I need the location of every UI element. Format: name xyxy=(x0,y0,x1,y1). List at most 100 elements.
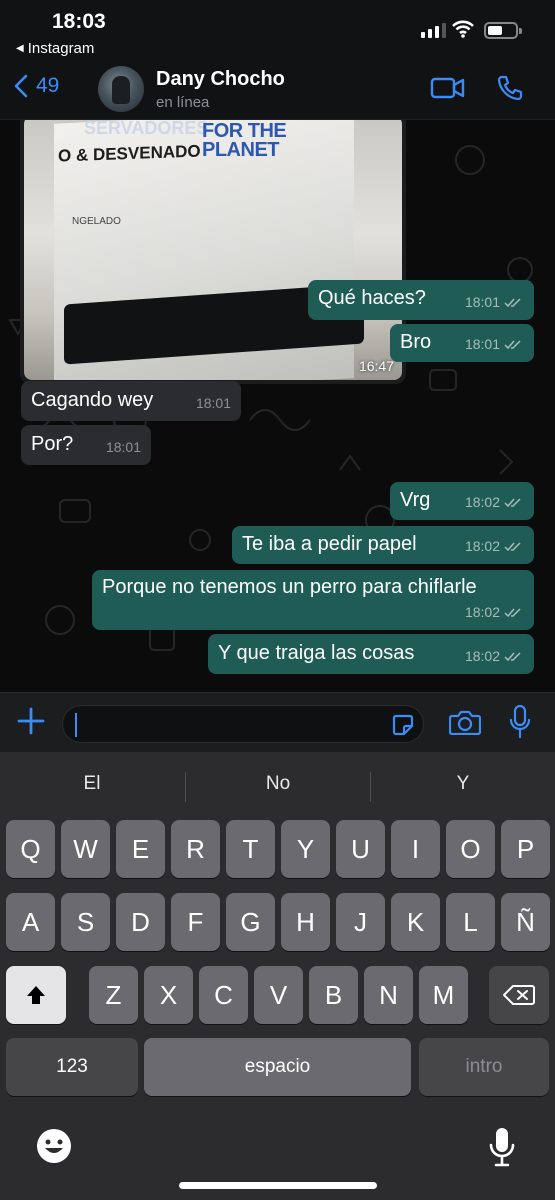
sticker-icon[interactable] xyxy=(391,713,415,737)
avatar[interactable] xyxy=(98,66,144,112)
shift-icon xyxy=(27,986,45,1004)
suggestion-item[interactable]: Y xyxy=(371,764,555,804)
double-check-icon xyxy=(504,651,521,661)
back-chevron-icon xyxy=(14,74,28,98)
key-o[interactable]: O xyxy=(446,820,495,878)
photo-message[interactable]: SERVADORES FOR THE PLANET O & DESVENADO … xyxy=(20,120,406,384)
signal-icon xyxy=(421,22,446,38)
battery-icon xyxy=(484,22,522,39)
double-check-icon xyxy=(504,297,521,307)
numbers-key[interactable]: 123 xyxy=(6,1038,138,1096)
double-check-icon xyxy=(504,541,521,551)
unread-count: 49 xyxy=(36,74,60,97)
message-time: 18:02 xyxy=(464,538,500,554)
video-call-icon[interactable] xyxy=(430,74,466,102)
key-k[interactable]: K xyxy=(391,893,440,951)
chat-header: 49 Dany Chocho en línea xyxy=(0,62,555,120)
wifi-icon xyxy=(452,20,474,38)
key-n-tilde[interactable]: Ñ xyxy=(501,893,550,951)
emoji-icon[interactable] xyxy=(36,1128,72,1164)
return-key[interactable]: intro xyxy=(419,1038,549,1096)
key-q[interactable]: Q xyxy=(6,820,55,878)
message-meta: 18:01 xyxy=(196,391,231,415)
key-d[interactable]: D xyxy=(116,893,165,951)
presence-status: en línea xyxy=(156,94,210,111)
dictation-icon[interactable] xyxy=(488,1127,516,1167)
message-meta: 18:02 xyxy=(465,490,524,514)
double-check-icon xyxy=(504,339,521,349)
message-bubble[interactable]: Qué haces? 18:01 xyxy=(308,280,534,320)
key-a[interactable]: A xyxy=(6,893,55,951)
message-bubble[interactable]: Te iba a pedir papel 18:02 xyxy=(232,526,534,564)
camera-icon[interactable] xyxy=(449,709,481,735)
key-g[interactable]: G xyxy=(226,893,275,951)
key-f[interactable]: F xyxy=(171,893,220,951)
photo-text-small: NGELADO xyxy=(72,216,121,227)
message-meta: 18:01 xyxy=(106,435,141,459)
plus-icon[interactable] xyxy=(17,707,45,735)
key-y[interactable]: Y xyxy=(281,820,330,878)
message-time: 18:01 xyxy=(195,395,231,411)
phone-icon[interactable] xyxy=(496,74,524,102)
message-text: Porque no tenemos un perro para chiflarl… xyxy=(102,576,477,598)
key-e[interactable]: E xyxy=(116,820,165,878)
key-s[interactable]: S xyxy=(61,893,110,951)
message-text: Te iba a pedir papel xyxy=(242,533,417,555)
chat-area[interactable]: SERVADORES FOR THE PLANET O & DESVENADO … xyxy=(0,120,555,692)
key-i[interactable]: I xyxy=(391,820,440,878)
message-bubble[interactable]: Bro 18:01 xyxy=(390,324,534,362)
message-text: Vrg xyxy=(400,489,431,511)
shared-photo[interactable]: SERVADORES FOR THE PLANET O & DESVENADO … xyxy=(24,120,402,380)
contact-name[interactable]: Dany Chocho xyxy=(156,68,285,91)
shift-key[interactable] xyxy=(6,966,66,1024)
backspace-key[interactable] xyxy=(489,966,549,1024)
back-app-label: Instagram xyxy=(27,40,95,57)
suggestion-item[interactable]: No xyxy=(186,764,370,804)
message-meta: 18:01 xyxy=(465,332,524,356)
key-w[interactable]: W xyxy=(61,820,110,878)
message-bubble[interactable]: Cagando wey 18:01 xyxy=(21,381,241,421)
key-x[interactable]: X xyxy=(144,966,193,1024)
message-bubble[interactable]: Por? 18:01 xyxy=(21,425,151,465)
key-z[interactable]: Z xyxy=(89,966,138,1024)
back-triangle-icon: ◀ xyxy=(16,43,24,54)
space-key[interactable]: espacio xyxy=(144,1038,411,1096)
message-text: Y que traiga las cosas xyxy=(218,642,415,664)
key-m[interactable]: M xyxy=(419,966,468,1024)
predictive-bar: El No Y xyxy=(0,764,555,804)
message-input-bar xyxy=(0,692,555,752)
status-time: 18:03 xyxy=(52,10,106,33)
message-time: 18:01 xyxy=(464,294,500,310)
key-u[interactable]: U xyxy=(336,820,385,878)
message-bubble[interactable]: Porque no tenemos un perro para chiflarl… xyxy=(92,570,534,630)
message-time: 18:02 xyxy=(464,494,500,510)
message-text: Bro xyxy=(400,331,432,353)
key-p[interactable]: P xyxy=(501,820,550,878)
message-meta: 18:01 xyxy=(465,290,524,314)
status-bar: 18:03 ◀ Instagram xyxy=(0,0,555,62)
message-bubble[interactable]: Vrg 18:02 xyxy=(390,482,534,520)
key-v[interactable]: V xyxy=(254,966,303,1024)
key-r[interactable]: R xyxy=(171,820,220,878)
photo-text-top: SERVADORES xyxy=(84,120,209,138)
key-j[interactable]: J xyxy=(336,893,385,951)
key-t[interactable]: T xyxy=(226,820,275,878)
keyboard: El No Y Q W E R T Y U I O P A S D F G H … xyxy=(0,752,555,1200)
key-n[interactable]: N xyxy=(364,966,413,1024)
key-l[interactable]: L xyxy=(446,893,495,951)
key-c[interactable]: C xyxy=(199,966,248,1024)
home-indicator[interactable] xyxy=(179,1182,377,1189)
message-input[interactable] xyxy=(62,705,424,743)
photo-time: 16:47 xyxy=(358,358,394,374)
back-button[interactable]: 49 xyxy=(14,74,59,98)
message-time: 18:02 xyxy=(464,648,500,664)
text-caret xyxy=(75,713,77,737)
message-meta: 18:02 xyxy=(465,600,524,624)
key-h[interactable]: H xyxy=(281,893,330,951)
message-bubble[interactable]: Y que traiga las cosas 18:02 xyxy=(208,634,534,674)
back-to-app-link[interactable]: ◀ Instagram xyxy=(16,40,94,57)
double-check-icon xyxy=(504,607,521,617)
microphone-icon[interactable] xyxy=(509,705,531,739)
key-b[interactable]: B xyxy=(309,966,358,1024)
suggestion-item[interactable]: El xyxy=(0,764,184,804)
